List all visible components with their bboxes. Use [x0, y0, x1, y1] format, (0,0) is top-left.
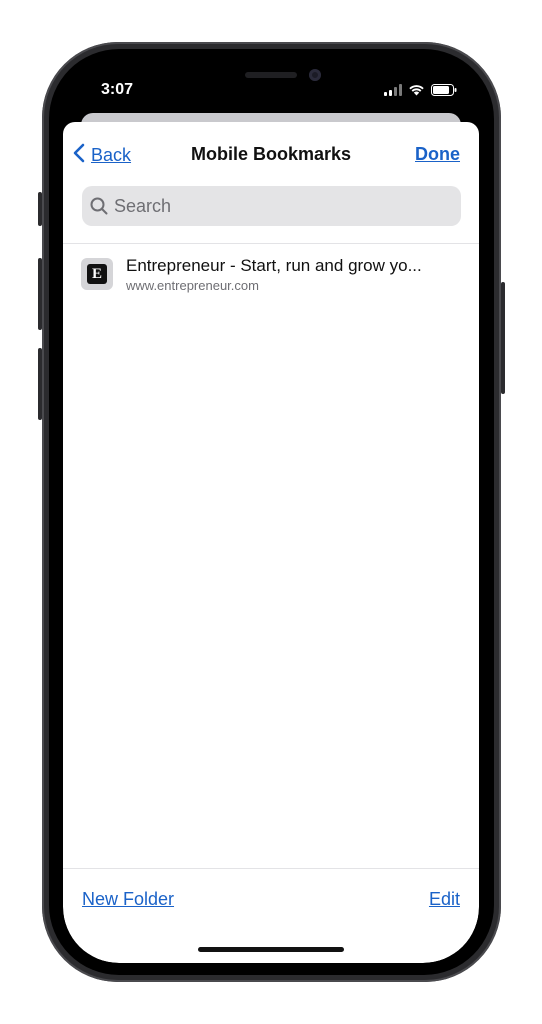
front-camera: [309, 69, 321, 81]
divider: [63, 243, 479, 244]
earpiece-speaker: [245, 72, 297, 78]
edit-button[interactable]: Edit: [429, 889, 460, 910]
navigation-bar: Back Mobile Bookmarks Done: [63, 122, 479, 186]
entrepreneur-favicon-icon: E: [81, 258, 113, 290]
search-icon: [90, 197, 108, 215]
new-folder-button[interactable]: New Folder: [82, 889, 174, 910]
power-button: [501, 282, 505, 394]
silent-switch: [38, 192, 42, 226]
home-indicator[interactable]: [198, 947, 344, 952]
phone-screen: 3:07 Back Mobile Bookmarks Done Search E…: [63, 61, 479, 963]
bookmark-title: Entrepreneur - Start, run and grow yo...: [126, 256, 422, 275]
cellular-signal-icon: [384, 83, 402, 101]
wifi-icon: [408, 83, 425, 101]
status-icons: [384, 83, 457, 101]
search-input[interactable]: Search: [82, 186, 461, 226]
toolbar-divider: [63, 868, 479, 869]
status-time: 3:07: [101, 81, 134, 98]
favicon-letter: E: [87, 264, 107, 284]
search-placeholder: Search: [114, 195, 172, 216]
bookmarks-sheet: Back Mobile Bookmarks Done Search E Entr…: [63, 122, 479, 963]
volume-down-button: [38, 348, 42, 420]
bookmark-url: www.entrepreneur.com: [126, 278, 259, 293]
done-button[interactable]: Done: [415, 144, 460, 165]
battery-icon: [431, 83, 457, 101]
bookmark-row[interactable]: E Entrepreneur - Start, run and grow yo.…: [63, 252, 479, 302]
volume-up-button: [38, 258, 42, 330]
